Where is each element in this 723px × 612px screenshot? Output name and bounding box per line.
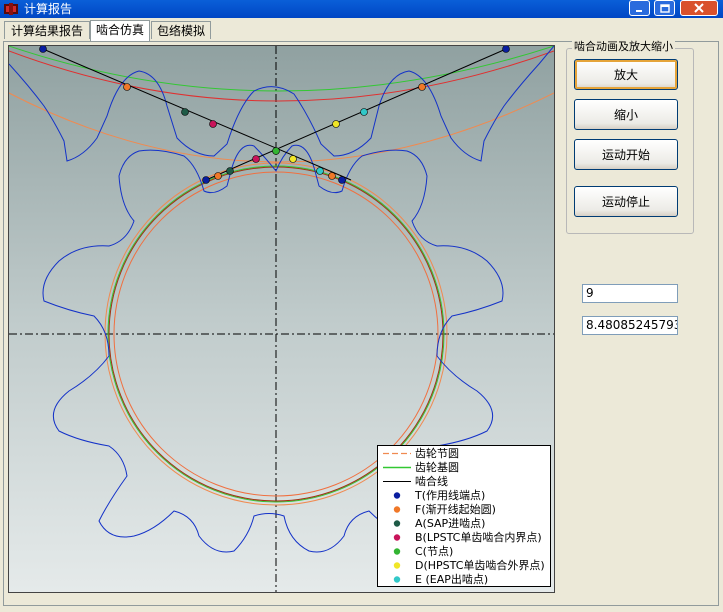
point-F-right	[418, 83, 426, 91]
point-B-right	[252, 155, 260, 163]
tab-envelope-simulation[interactable]: 包络模拟	[151, 21, 211, 39]
chart-legend: 齿轮节圆 齿轮基圆 啮合线 T(作用线端点) F(渐开线起始圆) A(SAP进啮…	[377, 445, 551, 587]
legend-item-line-of-action: 啮合线	[378, 475, 550, 488]
legend-label: 齿轮节圆	[415, 447, 459, 460]
dot-icon	[393, 562, 401, 569]
legend-label: F(渐开线起始圆)	[415, 503, 496, 516]
close-icon	[694, 3, 704, 13]
point-T-lower-left	[202, 176, 210, 184]
legend-label: 啮合线	[415, 475, 448, 488]
minimize-button[interactable]	[629, 0, 650, 16]
animation-zoom-group-title: 啮合动画及放大缩小	[572, 40, 675, 54]
legend-label: D(HPSTC单齿啮合外界点)	[415, 559, 545, 572]
title-bar: 计算报告	[0, 0, 723, 18]
zoom-in-button[interactable]: 放大	[574, 59, 678, 90]
point-A-left	[181, 108, 189, 116]
stop-motion-button[interactable]: 运动停止	[574, 186, 678, 217]
legend-item-pitch-circle: 齿轮节圆	[378, 447, 550, 460]
start-motion-button[interactable]: 运动开始	[574, 139, 678, 170]
dot-icon	[393, 576, 401, 583]
legend-label: 齿轮基圆	[415, 461, 459, 474]
window-title: 计算报告	[24, 2, 73, 16]
dot-icon	[393, 548, 401, 555]
legend-item-E: E (EAP出啮点)	[378, 573, 550, 586]
point-T-lower-right	[338, 176, 346, 184]
wheel-base-circle	[9, 50, 554, 102]
value-field-1[interactable]: 9	[582, 284, 678, 303]
line-icon	[383, 466, 411, 469]
legend-label: A(SAP进啮点)	[415, 517, 486, 530]
legend-label: T(作用线端点)	[415, 489, 486, 502]
legend-item-F: F(渐开线起始圆)	[378, 503, 550, 516]
maximize-icon	[659, 3, 670, 13]
legend-label: C(节点)	[415, 545, 454, 558]
legend-label: B(LPSTC单齿啮合内界点)	[415, 531, 542, 544]
value-field-2[interactable]: 8.48085245793075	[582, 316, 678, 335]
point-F-lower-left	[214, 172, 222, 180]
point-T-right	[502, 46, 510, 53]
tab-mesh-simulation[interactable]: 啮合仿真	[90, 20, 150, 41]
point-D-right	[332, 120, 340, 128]
dot-icon	[393, 520, 401, 527]
line-icon	[383, 481, 411, 482]
wheel-pitch-circle-outer	[9, 92, 554, 163]
legend-item-B: B(LPSTC单齿啮合内界点)	[378, 531, 550, 544]
point-A-right	[226, 167, 234, 175]
tab-calc-report[interactable]: 计算结果报告	[4, 21, 90, 39]
maximize-button[interactable]	[654, 0, 675, 16]
point-F-lower-right	[328, 172, 336, 180]
point-F-left	[123, 83, 131, 91]
dot-icon	[393, 492, 401, 499]
app-icon	[4, 3, 18, 15]
legend-item-A: A(SAP进啮点)	[378, 517, 550, 530]
point-T-left	[39, 46, 47, 53]
point-E-right	[360, 108, 368, 116]
zoom-out-button[interactable]: 缩小	[574, 99, 678, 130]
dot-icon	[393, 534, 401, 541]
legend-item-D: D(HPSTC单齿啮合外界点)	[378, 559, 550, 572]
dot-icon	[393, 506, 401, 513]
dashed-line-icon	[383, 452, 411, 455]
point-B-left	[209, 120, 217, 128]
legend-label: E (EAP出啮点)	[415, 573, 489, 586]
close-button[interactable]	[680, 0, 718, 16]
point-C	[272, 147, 280, 155]
legend-item-C: C(节点)	[378, 545, 550, 558]
minimize-icon	[636, 9, 642, 12]
line-of-action-left	[42, 48, 352, 181]
wheel-addendum-circle	[9, 46, 554, 92]
legend-item-T: T(作用线端点)	[378, 489, 550, 502]
point-D-left	[289, 155, 297, 163]
legend-item-base-circle: 齿轮基圆	[378, 461, 550, 474]
line-of-action-right	[205, 48, 507, 181]
point-E-left	[316, 167, 324, 175]
